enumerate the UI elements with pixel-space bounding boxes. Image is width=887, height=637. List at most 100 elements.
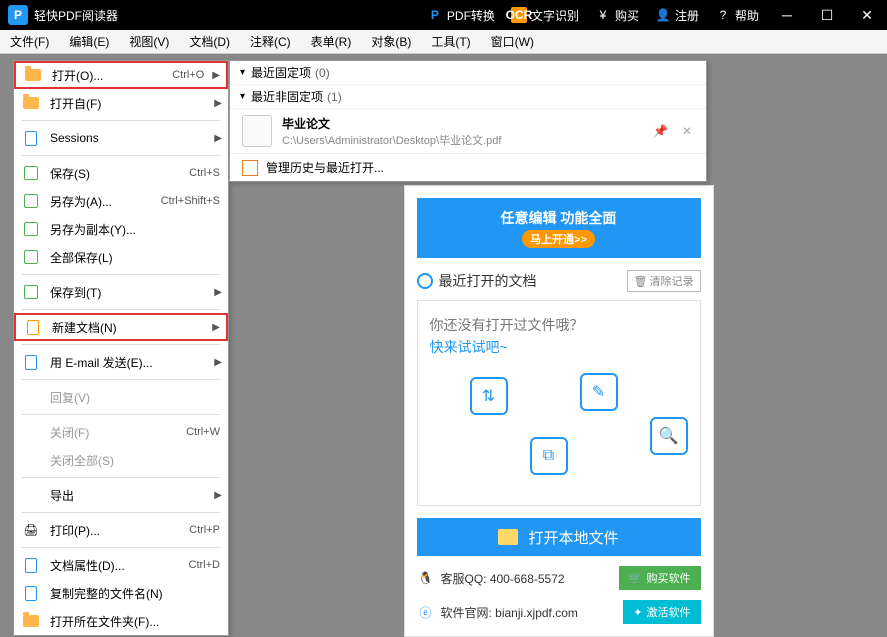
clear-records-button[interactable]: 🗑 清除记录	[627, 270, 701, 292]
save-as-icon	[22, 192, 40, 210]
swap-icon: ⇅	[470, 377, 508, 415]
menu-tool[interactable]: 工具(T)	[421, 30, 480, 53]
menu-new-doc[interactable]: 新建文档(N) ▶	[14, 313, 228, 341]
doc-props-icon	[22, 556, 40, 574]
menu-close-shortcut: Ctrl+W	[186, 426, 220, 438]
save-to-icon	[22, 283, 40, 301]
minimize-button[interactable]: ─	[767, 0, 807, 30]
remove-recent-icon[interactable]: ✕	[682, 124, 692, 138]
menu-window[interactable]: 窗口(W)	[481, 30, 544, 53]
menu-copy-full-name[interactable]: 复制完整的文件名(N)	[14, 579, 228, 607]
separator	[22, 512, 220, 513]
help-label: 帮助	[735, 7, 759, 24]
menu-open-in-folder-label: 打开所在文件夹(F)...	[50, 613, 228, 630]
copy-name-icon	[22, 584, 40, 602]
folder-location-icon	[22, 612, 40, 630]
menu-view[interactable]: 视图(V)	[119, 30, 179, 53]
menu-sessions-label: Sessions	[50, 131, 214, 145]
unpinned-count: (1)	[327, 90, 342, 104]
pinned-title: 最近固定项	[251, 64, 311, 81]
separator	[22, 379, 220, 380]
menu-doc-props[interactable]: 文档属性(D)... Ctrl+D	[14, 551, 228, 579]
pdf-file-icon	[242, 115, 272, 147]
manage-history-label: 管理历史与最近打开...	[266, 159, 384, 176]
menu-open-in-folder[interactable]: 打开所在文件夹(F)...	[14, 607, 228, 635]
menu-email[interactable]: 用 E-mail 发送(E)... ▶	[14, 348, 228, 376]
manage-history-item[interactable]: 管理历史与最近打开...	[230, 153, 706, 181]
pinned-count: (0)	[315, 66, 330, 80]
pin-icon[interactable]: 📌	[653, 124, 668, 138]
illustration: ⇅ ✎ ⧉ 🔍	[430, 367, 688, 487]
menu-object[interactable]: 对象(B)	[361, 30, 421, 53]
separator	[22, 274, 220, 275]
menu-save-copy[interactable]: 另存为副本(Y)...	[14, 215, 228, 243]
recent-title: 最近打开的文档	[439, 271, 627, 291]
menu-doc[interactable]: 文档(D)	[179, 30, 240, 53]
pencil-icon: ✎	[580, 373, 618, 411]
chevron-right-icon: ▶	[214, 133, 222, 144]
menu-export[interactable]: 导出 ▶	[14, 481, 228, 509]
save-copy-icon	[22, 220, 40, 238]
ie-icon: ⓔ	[417, 604, 435, 621]
menu-save-all-label: 全部保存(L)	[50, 249, 228, 266]
chevron-right-icon: ▶	[212, 70, 220, 81]
copy-icon: ⧉	[530, 437, 568, 475]
chevron-right-icon: ▶	[214, 490, 222, 501]
recent-file-item[interactable]: 毕业论文 C:\Users\Administrator\Desktop\毕业论文…	[230, 109, 706, 153]
maximize-button[interactable]: ☐	[807, 0, 847, 30]
help-button[interactable]: ? 帮助	[707, 0, 767, 30]
menu-close[interactable]: 关闭(F) Ctrl+W	[14, 418, 228, 446]
trash-icon: 🗑	[634, 275, 648, 288]
separator	[22, 547, 220, 548]
menu-save-as[interactable]: 另存为(A)... Ctrl+Shift+S	[14, 187, 228, 215]
pdf-convert-label: PDF转换	[447, 7, 495, 24]
app-logo-icon: P	[8, 5, 28, 25]
buy-software-label: 购买软件	[647, 570, 691, 586]
separator	[22, 477, 220, 478]
register-label: 注册	[675, 7, 699, 24]
close-window-button[interactable]: ✕	[847, 0, 887, 30]
register-button[interactable]: 👤 注册	[647, 0, 707, 30]
buy-software-button[interactable]: 🛒 购买软件	[619, 566, 701, 590]
open-local-file-button[interactable]: 打开本地文件	[417, 518, 701, 556]
buy-button[interactable]: ¥ 购买	[587, 0, 647, 30]
menu-save-to[interactable]: 保存到(T) ▶	[14, 278, 228, 306]
menu-file[interactable]: 文件(F)	[0, 30, 59, 53]
menu-open[interactable]: 打开(O)... Ctrl+O ▶	[14, 61, 228, 89]
menu-save[interactable]: 保存(S) Ctrl+S	[14, 159, 228, 187]
menu-close-all[interactable]: 关闭全部(S)	[14, 446, 228, 474]
menu-open-label: 打开(O)...	[52, 67, 172, 84]
menu-sessions[interactable]: Sessions ▶	[14, 124, 228, 152]
unpinned-section-header[interactable]: ▾ 最近非固定项 (1)	[230, 85, 706, 109]
ocr-icon: OCR	[511, 7, 527, 23]
menu-print[interactable]: 🖨 打印(P)... Ctrl+P	[14, 516, 228, 544]
menu-save-all[interactable]: 全部保存(L)	[14, 243, 228, 271]
menu-edit[interactable]: 编辑(E)	[59, 30, 119, 53]
file-menu-dropdown: 打开(O)... Ctrl+O ▶ 打开自(F) ▶ Sessions ▶ 保存…	[13, 60, 229, 636]
menu-form[interactable]: 表单(R)	[301, 30, 362, 53]
menu-revert-label: 回复(V)	[50, 389, 228, 406]
menu-save-as-shortcut: Ctrl+Shift+S	[161, 195, 220, 207]
site-text: 软件官网: bianji.xjpdf.com	[441, 604, 624, 621]
banner-line2: 任意编辑 功能全面	[501, 210, 617, 226]
history-icon	[242, 160, 258, 176]
open-local-label: 打开本地文件	[528, 527, 618, 548]
question-icon: ?	[715, 7, 731, 23]
activate-software-button[interactable]: ✦ 激活软件	[623, 600, 700, 624]
menu-annotate[interactable]: 注释(C)	[240, 30, 301, 53]
menu-email-label: 用 E-mail 发送(E)...	[50, 354, 214, 371]
empty-text-2: 快来试试吧~	[430, 337, 688, 357]
chevron-right-icon: ▶	[214, 98, 222, 109]
vip-banner[interactable]: 任意编辑 功能全面 马上开通>>	[417, 198, 701, 258]
yen-icon: ¥	[595, 7, 611, 23]
menu-revert[interactable]: 回复(V)	[14, 383, 228, 411]
magnify-icon: 🔍	[650, 417, 688, 455]
ocr-button[interactable]: OCR 文字识别	[503, 0, 587, 30]
menu-save-copy-label: 另存为副本(Y)...	[50, 221, 228, 238]
chevron-right-icon: ▶	[212, 322, 220, 333]
separator	[22, 155, 220, 156]
pdf-convert-button[interactable]: P PDF转换	[419, 0, 503, 30]
menu-open-from[interactable]: 打开自(F) ▶	[14, 89, 228, 117]
buy-label: 购买	[615, 7, 639, 24]
pinned-section-header[interactable]: ▾ 最近固定项 (0)	[230, 61, 706, 85]
